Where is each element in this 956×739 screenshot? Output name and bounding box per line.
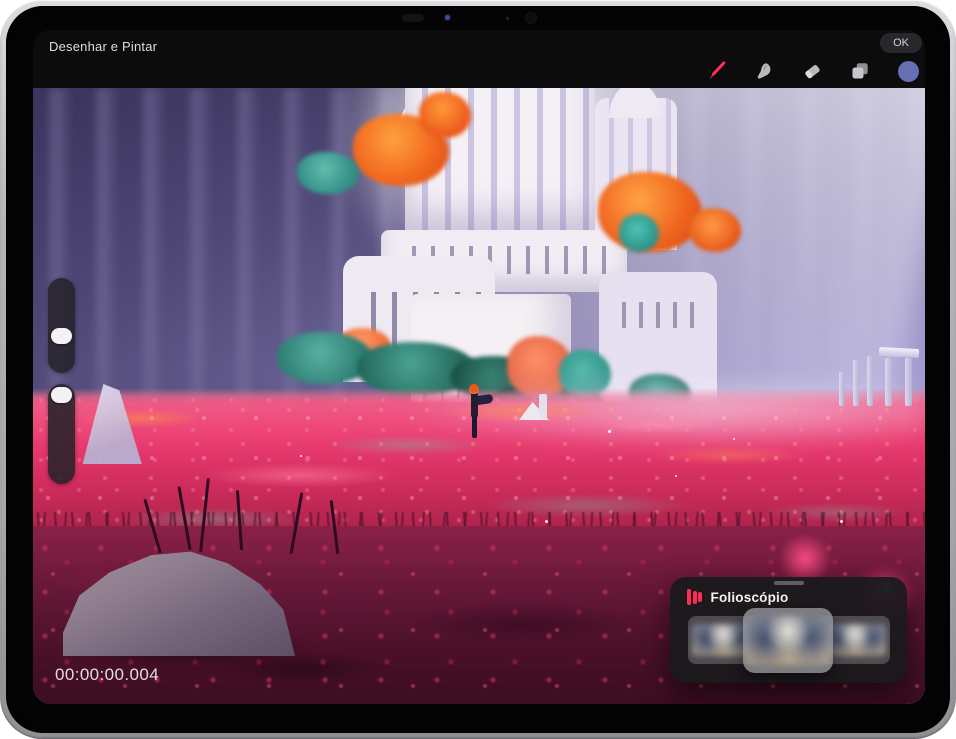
eraser-icon[interactable] bbox=[801, 60, 823, 82]
flipbook-title: Folioscópio bbox=[711, 590, 789, 605]
front-camera-icon bbox=[445, 15, 450, 20]
panel-drag-handle[interactable] bbox=[774, 581, 804, 585]
flipbook-frame-2-selected[interactable] bbox=[743, 608, 833, 673]
artwork-pillars bbox=[839, 336, 919, 408]
brush-size-handle[interactable] bbox=[51, 328, 72, 344]
brush-size-slider[interactable] bbox=[48, 278, 75, 373]
drawing-canvas[interactable]: 00:00:00.004 Folioscópio bbox=[33, 88, 925, 704]
recording-timecode: 00:00:00.004 bbox=[55, 665, 159, 685]
ok-button[interactable]: OK bbox=[880, 33, 922, 53]
color-swatch[interactable] bbox=[897, 60, 919, 82]
app-screen: 00:00:00.004 Folioscópio Desenha bbox=[33, 30, 925, 704]
paint-brush-icon[interactable] bbox=[705, 60, 727, 82]
layers-icon[interactable] bbox=[849, 60, 871, 82]
brush-opacity-slider[interactable] bbox=[48, 384, 75, 484]
flipbook-icon bbox=[687, 589, 702, 605]
tablet-bezel: 00:00:00.004 Folioscópio Desenha bbox=[6, 6, 950, 733]
speaker-slot bbox=[402, 14, 424, 22]
flipbook-panel: Folioscópio bbox=[670, 577, 907, 683]
camera-ring bbox=[525, 12, 537, 24]
document-title: Desenhar e Pintar bbox=[49, 39, 157, 54]
artwork-figure bbox=[463, 384, 493, 442]
sensor-dot bbox=[506, 17, 509, 20]
brush-opacity-handle[interactable] bbox=[51, 387, 72, 403]
tool-row bbox=[705, 60, 919, 82]
top-bar: Desenhar e Pintar OK bbox=[33, 30, 925, 88]
tablet-frame: 00:00:00.004 Folioscópio Desenha bbox=[0, 0, 956, 739]
smudge-icon[interactable] bbox=[753, 60, 775, 82]
active-color[interactable] bbox=[898, 61, 919, 82]
